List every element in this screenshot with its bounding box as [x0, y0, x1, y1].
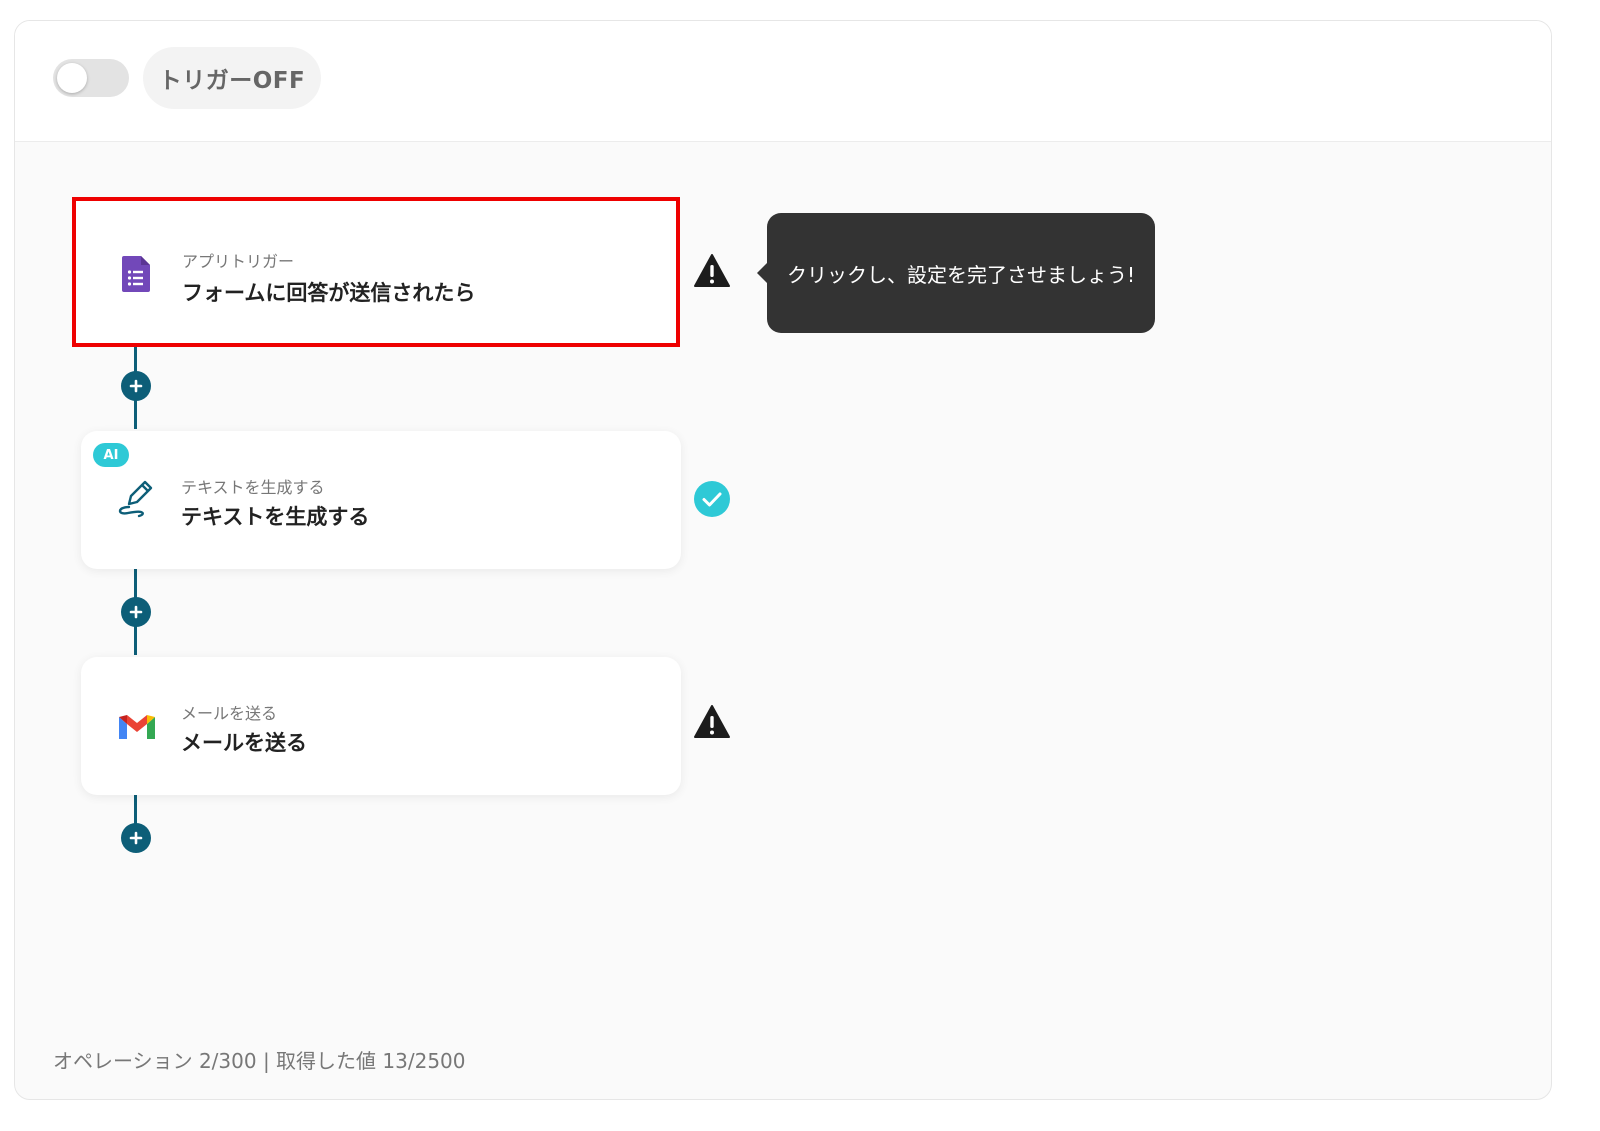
ai-badge: AI [93, 443, 129, 467]
flow-header: トリガーOFF [15, 21, 1551, 142]
plus-icon [129, 379, 143, 393]
setup-tooltip: クリックし、設定を完了させましょう! [757, 213, 1155, 333]
step-card-send-mail[interactable]: メールを送る メールを送る [81, 657, 681, 795]
warning-icon [694, 254, 730, 287]
add-step-button[interactable] [121, 597, 151, 627]
plus-icon [129, 831, 143, 845]
step-title: フォームに回答が送信されたら [182, 281, 476, 305]
google-forms-icon [122, 256, 150, 292]
gmail-icon [119, 715, 155, 739]
toggle-knob [57, 63, 87, 93]
add-step-button[interactable] [121, 823, 151, 853]
step-subtitle: アプリトリガー [182, 252, 295, 271]
step-title: テキストを生成する [181, 505, 370, 529]
step-card-generate-text[interactable]: AI テキストを生成する テキストを生成する [81, 431, 681, 569]
step-title: メールを送る [181, 731, 307, 755]
step-subtitle: テキストを生成する [181, 478, 325, 497]
trigger-toggle[interactable] [53, 59, 129, 97]
warning-icon [694, 705, 730, 738]
trigger-status-label: トリガーOFF [143, 47, 321, 109]
check-circle-icon [694, 481, 730, 517]
ai-pen-icon [118, 480, 153, 518]
add-step-button[interactable] [121, 371, 151, 401]
flow-panel: トリガーOFF アプリトリガー フォームに回答が送信されたら AI テキストを生… [14, 20, 1552, 1100]
usage-footer: オペレーション 2/300 | 取得した値 13/2500 [53, 1049, 466, 1073]
plus-icon [129, 605, 143, 619]
step-card-trigger[interactable]: アプリトリガー フォームに回答が送信されたら [72, 197, 680, 347]
step-subtitle: メールを送る [181, 704, 278, 723]
